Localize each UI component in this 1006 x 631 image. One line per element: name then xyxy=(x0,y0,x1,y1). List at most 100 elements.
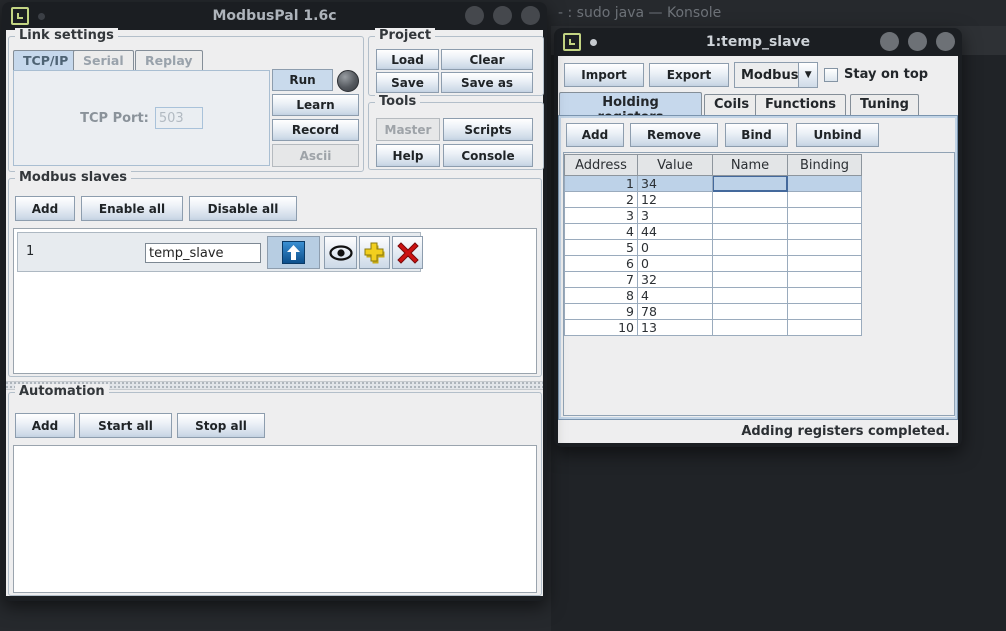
slave-row[interactable]: 1 xyxy=(17,232,421,272)
ascii-button[interactable]: Ascii xyxy=(272,144,359,167)
cell-binding[interactable] xyxy=(788,192,862,208)
cell-value[interactable]: 4 xyxy=(638,288,713,304)
tab-replay[interactable]: Replay xyxy=(135,50,203,70)
table-row[interactable]: 134 xyxy=(565,176,862,192)
table-row[interactable]: 1013 xyxy=(565,320,862,336)
cell-binding[interactable] xyxy=(788,224,862,240)
table-row[interactable]: 978 xyxy=(565,304,862,320)
cell-value[interactable]: 0 xyxy=(638,240,713,256)
cell-binding[interactable] xyxy=(788,256,862,272)
table-row[interactable]: 732 xyxy=(565,272,862,288)
col-header-address[interactable]: Address xyxy=(565,155,638,176)
cell-address[interactable]: 2 xyxy=(565,192,638,208)
cell-name[interactable] xyxy=(713,256,788,272)
maximize-button[interactable] xyxy=(908,32,927,51)
maximize-button[interactable] xyxy=(493,6,512,25)
minimize-button[interactable] xyxy=(880,32,899,51)
cell-value[interactable]: 78 xyxy=(638,304,713,320)
tab-serial[interactable]: Serial xyxy=(73,50,134,70)
add-automation-button[interactable]: Add xyxy=(15,413,75,438)
tab-tcpip[interactable]: TCP/IP xyxy=(13,50,78,70)
stay-on-top-checkbox[interactable] xyxy=(824,68,838,82)
cell-value[interactable]: 44 xyxy=(638,224,713,240)
cell-binding[interactable] xyxy=(788,320,862,336)
cell-value[interactable]: 12 xyxy=(638,192,713,208)
tcp-port-field[interactable] xyxy=(155,107,203,129)
cell-binding[interactable] xyxy=(788,176,862,192)
table-row[interactable]: 60 xyxy=(565,256,862,272)
cell-address[interactable]: 9 xyxy=(565,304,638,320)
cell-binding[interactable] xyxy=(788,208,862,224)
col-header-binding[interactable]: Binding xyxy=(788,155,862,176)
cell-name[interactable] xyxy=(713,208,788,224)
konsole-titlebar[interactable]: - : sudo java — Konsole xyxy=(551,0,1006,26)
load-button[interactable]: Load xyxy=(376,49,439,70)
unbind-button[interactable]: Unbind xyxy=(796,123,879,147)
enable-all-button[interactable]: Enable all xyxy=(81,196,183,221)
remove-register-button[interactable]: Remove xyxy=(630,123,718,147)
help-button[interactable]: Help xyxy=(376,144,440,167)
add-register-button[interactable]: Add xyxy=(566,123,624,147)
cell-binding[interactable] xyxy=(788,288,862,304)
scripts-button[interactable]: Scripts xyxy=(443,118,533,141)
master-button[interactable]: Master xyxy=(376,118,440,141)
tab-functions[interactable]: Functions xyxy=(755,94,846,115)
clear-button[interactable]: Clear xyxy=(441,49,533,70)
minimize-button[interactable] xyxy=(465,6,484,25)
cell-address[interactable]: 1 xyxy=(565,176,638,192)
protocol-combobox[interactable]: Modbus ▼ xyxy=(734,62,818,88)
col-header-value[interactable]: Value xyxy=(638,155,713,176)
slave-name-field[interactable] xyxy=(145,243,261,263)
register-table-scrollpane[interactable]: Address Value Name Binding 1342123344450… xyxy=(563,152,955,416)
cell-binding[interactable] xyxy=(788,240,862,256)
disable-all-button[interactable]: Disable all xyxy=(189,196,297,221)
table-row[interactable]: 212 xyxy=(565,192,862,208)
table-row[interactable]: 33 xyxy=(565,208,862,224)
tab-coils[interactable]: Coils xyxy=(704,94,759,115)
close-button[interactable] xyxy=(936,32,955,51)
enable-slave-toggle[interactable] xyxy=(267,236,320,269)
stop-all-button[interactable]: Stop all xyxy=(177,413,265,438)
cell-name[interactable] xyxy=(713,272,788,288)
cell-name[interactable] xyxy=(713,240,788,256)
console-button[interactable]: Console xyxy=(443,144,533,167)
cell-address[interactable]: 3 xyxy=(565,208,638,224)
chevron-down-icon[interactable]: ▼ xyxy=(798,63,817,87)
duplicate-slave-button[interactable] xyxy=(359,236,390,269)
cell-name[interactable] xyxy=(713,192,788,208)
table-row[interactable]: 444 xyxy=(565,224,862,240)
learn-button[interactable]: Learn xyxy=(272,94,359,116)
start-all-button[interactable]: Start all xyxy=(79,413,172,438)
cell-name[interactable] xyxy=(713,320,788,336)
cell-name[interactable] xyxy=(713,176,788,192)
cell-binding[interactable] xyxy=(788,272,862,288)
cell-address[interactable]: 5 xyxy=(565,240,638,256)
cell-address[interactable]: 6 xyxy=(565,256,638,272)
record-button[interactable]: Record xyxy=(272,119,359,141)
tab-tuning[interactable]: Tuning xyxy=(850,94,919,115)
table-row[interactable]: 84 xyxy=(565,288,862,304)
cell-binding[interactable] xyxy=(788,304,862,320)
save-as-button[interactable]: Save as xyxy=(441,72,533,93)
bind-button[interactable]: Bind xyxy=(725,123,788,147)
show-slave-button[interactable] xyxy=(324,236,357,269)
cell-address[interactable]: 8 xyxy=(565,288,638,304)
main-titlebar[interactable]: ModbusPal 1.6c xyxy=(2,2,547,30)
cell-address[interactable]: 10 xyxy=(565,320,638,336)
run-button[interactable]: Run xyxy=(272,69,333,91)
cell-value[interactable]: 13 xyxy=(638,320,713,336)
import-button[interactable]: Import xyxy=(564,63,644,87)
cell-name[interactable] xyxy=(713,288,788,304)
save-button[interactable]: Save xyxy=(376,72,439,93)
slave-window-titlebar[interactable]: 1:temp_slave xyxy=(554,28,962,56)
col-header-name[interactable]: Name xyxy=(713,155,788,176)
cell-name[interactable] xyxy=(713,224,788,240)
export-button[interactable]: Export xyxy=(649,63,729,87)
cell-address[interactable]: 4 xyxy=(565,224,638,240)
cell-address[interactable]: 7 xyxy=(565,272,638,288)
cell-value[interactable]: 34 xyxy=(638,176,713,192)
table-row[interactable]: 50 xyxy=(565,240,862,256)
cell-name[interactable] xyxy=(713,304,788,320)
cell-value[interactable]: 0 xyxy=(638,256,713,272)
cell-value[interactable]: 32 xyxy=(638,272,713,288)
